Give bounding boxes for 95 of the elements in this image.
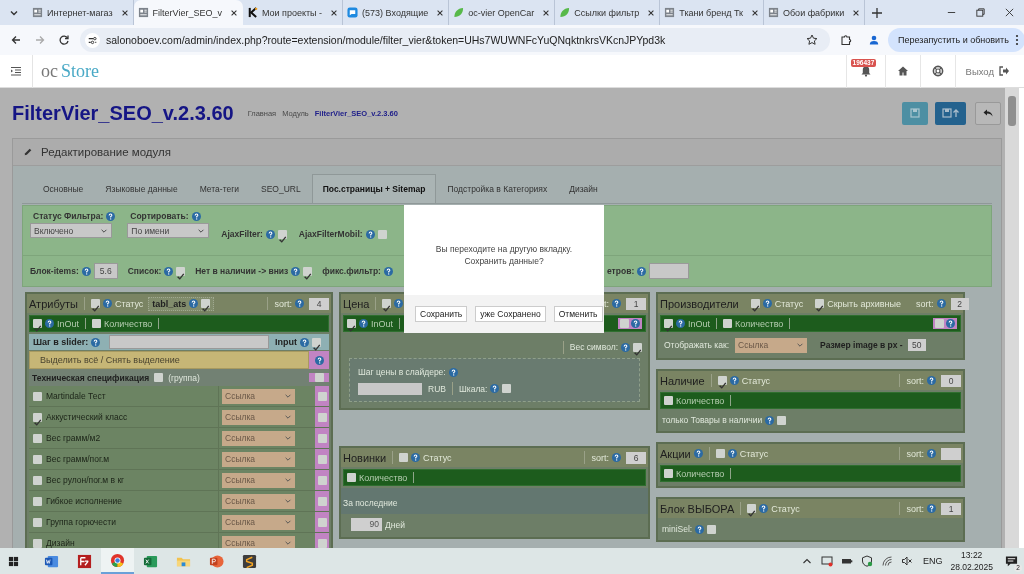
input-field[interactable]: 5.6 xyxy=(93,263,118,279)
dialog-button[interactable]: уже Сохранено xyxy=(475,306,546,322)
unit-label: Дней xyxy=(385,519,405,530)
option-label: miniSel: xyxy=(662,524,693,534)
sort-field[interactable]: 1 xyxy=(941,502,961,515)
setting-label: етров: xyxy=(607,266,635,276)
option-label: InOut xyxy=(57,318,79,329)
attribute-name: Вес грамм/м2 xyxy=(46,433,101,443)
option-label: Отображать как: xyxy=(664,340,730,350)
sort-label: sort: xyxy=(591,452,609,463)
status-label: Статус xyxy=(774,298,804,309)
browser-tab[interactable]: FilterVier_SEO_v xyxy=(133,0,243,25)
option-label: Количество xyxy=(104,318,153,329)
setting-label: Сортировать: xyxy=(130,211,189,221)
store-logo[interactable]: oc Store xyxy=(41,60,99,82)
currency-label: RUB xyxy=(428,383,446,394)
setting-label: Блок-items: xyxy=(30,266,79,276)
attribute-name: Вес рулон/пог.м в кг xyxy=(46,475,125,485)
option-label: только Товары в наличии xyxy=(662,415,763,425)
option-label: Количество xyxy=(735,318,784,329)
sort-label: t: xyxy=(604,298,609,309)
settings-tab[interactable]: Дизайн xyxy=(558,174,609,203)
sort-label: sort: xyxy=(274,298,292,309)
sort-field[interactable]: 1 xyxy=(626,297,646,310)
select-all-button[interactable]: Выделить всё / Снять выделение xyxy=(29,351,309,369)
status-label: Статус xyxy=(423,452,452,463)
option-label: Вес символ: xyxy=(569,342,618,352)
option-label: Шкала: xyxy=(458,383,488,394)
option-label: InOut xyxy=(371,318,393,329)
sort-label: sort: xyxy=(906,375,924,386)
clock-date[interactable]: 28.02.2025 xyxy=(950,561,993,573)
option-label: Размер image в px - xyxy=(820,340,903,350)
dropdown[interactable]: Включено xyxy=(30,223,112,238)
setting-label: фикс.фильтр: xyxy=(322,266,381,276)
group-label: (группа) xyxy=(168,372,200,383)
option-label: Скрыть архивные xyxy=(827,298,902,309)
table-name: tabl_ats xyxy=(152,298,187,309)
sort-label: sort: xyxy=(906,503,924,514)
panel-title: Акции xyxy=(660,447,691,460)
status-label: Статус xyxy=(741,375,771,386)
sort-field[interactable]: 2 xyxy=(950,297,969,310)
logout-link[interactable]: Выход xyxy=(965,65,994,77)
option-label: Количество xyxy=(676,468,725,479)
attribute-name: Аккустический класс xyxy=(46,412,128,422)
setting-label: Статус Фильтра: xyxy=(33,211,104,221)
option-label: Шаг цены в слайдере: xyxy=(358,367,446,377)
option-label: За последние xyxy=(343,498,398,508)
attribute-name: Дизайн xyxy=(46,538,75,548)
option-label: InOut xyxy=(688,318,710,329)
settings-tab[interactable]: SEO_URL xyxy=(250,174,312,203)
settings-tab[interactable]: Основные xyxy=(32,174,95,203)
sort-field[interactable]: 0 xyxy=(941,374,961,387)
dialog-button[interactable]: Отменить xyxy=(553,306,603,322)
size-field[interactable]: 50 xyxy=(907,339,926,351)
page-title: FilterVier_SEO_v.2.3.60 xyxy=(12,101,234,125)
settings-tab[interactable]: Языковые данные xyxy=(94,174,189,203)
sort-field[interactable]: 6 xyxy=(626,451,646,464)
days-field[interactable]: 90 xyxy=(351,518,382,531)
panel-title: Блок ВЫБОРА xyxy=(660,502,735,515)
panel-title: Производители xyxy=(660,297,739,310)
settings-tab[interactable]: Мета-теги xyxy=(188,174,250,203)
setting-label: Нет в наличии -> вниз xyxy=(195,266,289,276)
panel-title: Новинки xyxy=(343,451,387,464)
language-indicator[interactable]: ENG xyxy=(922,556,943,566)
attribute-name: Martindale Тест xyxy=(46,391,106,401)
option-label: Количество xyxy=(676,395,725,406)
input-label: Input xyxy=(275,337,297,347)
step-label: Шаг в slider: xyxy=(33,337,89,347)
dialog-button[interactable]: Сохранить xyxy=(415,306,468,322)
panel-title: Атрибуты xyxy=(29,297,78,310)
settings-tab[interactable]: Подстройка в Категориях xyxy=(436,174,559,203)
clock-time[interactable]: 13:22 xyxy=(961,549,983,561)
status-label: Статус xyxy=(739,448,769,459)
panel-title: Наличие xyxy=(660,374,705,387)
dropdown[interactable]: По имени xyxy=(127,223,210,238)
attribute-name: Гибкое исполнение xyxy=(46,496,123,506)
setting-label: AjaxFilter: xyxy=(221,229,263,239)
dialog-message: Сохранить данные? xyxy=(464,256,544,266)
attribute-name: Вес грамм/пог.м xyxy=(46,454,110,464)
group-name: Техническая спецификация xyxy=(32,372,150,383)
option-label: Количество xyxy=(359,472,408,483)
status-label: Статус xyxy=(114,298,144,309)
panel-heading: Редактирование модуля xyxy=(41,146,171,158)
address-bar[interactable]: salonoboev.com/admin/index.php?route=extension/module/filter_vier&token=UHs7WUWNFcYuQNqktnkrsVKcnJPYpd3k xyxy=(80,28,830,52)
dialog-message: Вы переходите на другую вкладку. xyxy=(435,244,573,254)
setting-label: Список: xyxy=(127,266,162,276)
restart-update-button[interactable]: Перезапустить и обновить xyxy=(888,28,1024,52)
sort-field[interactable]: 4 xyxy=(309,297,329,310)
sort-label: sort: xyxy=(906,448,924,459)
settings-tab[interactable]: Пос.страницы + Sitemap xyxy=(311,174,437,203)
panel-title: Цена xyxy=(343,297,370,310)
status-label: Статус xyxy=(771,503,800,514)
setting-label: AjaxFilterMobil: xyxy=(298,229,363,239)
attribute-name: Группа горючести xyxy=(46,517,116,527)
sort-label: sort: xyxy=(916,298,934,309)
